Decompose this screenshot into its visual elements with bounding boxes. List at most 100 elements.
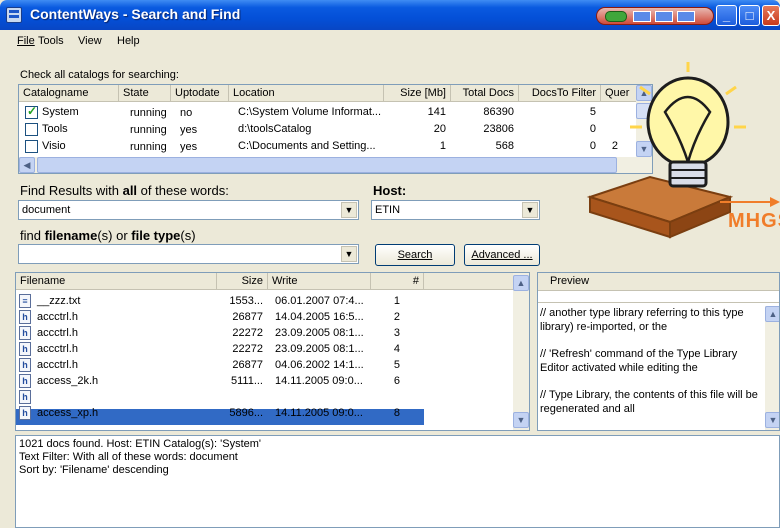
header-file-icon: h bbox=[19, 326, 31, 340]
title-bar[interactable]: ContentWays - Search and Find _ □ X bbox=[0, 0, 780, 30]
file-write-date: 04.06.2002 14:1... bbox=[275, 359, 364, 371]
catalog-checkbox-tools[interactable] bbox=[25, 123, 38, 136]
hscroll-thumb[interactable] bbox=[37, 157, 617, 173]
file-name[interactable]: accctrl.h bbox=[34, 309, 216, 325]
catalog-size: 20 bbox=[433, 123, 446, 135]
preview-line: // Type Library, the contents of this fi… bbox=[540, 389, 758, 415]
maximize-button[interactable]: □ bbox=[739, 5, 760, 26]
file-write-date: 23.09.2005 08:1... bbox=[275, 327, 364, 339]
preview-line: // another type library referring to thi… bbox=[540, 307, 744, 333]
file-size: 1553... bbox=[229, 295, 263, 307]
chevron-down-icon[interactable]: ▼ bbox=[341, 246, 357, 262]
file-size: 215745 bbox=[226, 391, 263, 403]
status-line: Text Filter: With all of these words: do… bbox=[19, 451, 238, 463]
logo-text: MHGS bbox=[728, 210, 780, 232]
scroll-left-icon[interactable]: ◀ bbox=[19, 157, 35, 173]
menu-view[interactable]: View bbox=[78, 35, 102, 47]
col-catalogname[interactable]: Catalogname bbox=[19, 85, 119, 102]
col-write[interactable]: Write bbox=[268, 273, 371, 290]
chevron-down-icon[interactable]: ▼ bbox=[522, 202, 538, 218]
advanced-button-label: Advanced ... bbox=[471, 249, 533, 261]
header-file-icon: h bbox=[19, 310, 31, 324]
menu-bar: File Tools View Help bbox=[0, 30, 780, 52]
catalog-checkbox-system[interactable] bbox=[25, 104, 38, 119]
catalog-total-docs: 568 bbox=[495, 140, 514, 152]
file-size: 5111... bbox=[230, 375, 263, 387]
catalog-checkbox-visio[interactable] bbox=[25, 140, 38, 153]
catalog-state: running bbox=[130, 141, 167, 153]
file-name[interactable]: access_xp.h bbox=[34, 405, 216, 421]
col-size[interactable]: Size [Mb] bbox=[384, 85, 451, 102]
col-state[interactable]: State bbox=[119, 85, 171, 102]
menu-help[interactable]: Help bbox=[117, 35, 140, 47]
scroll-down-icon[interactable]: ▼ bbox=[765, 412, 779, 428]
file-size: 5896... bbox=[229, 407, 263, 419]
catalog-hscrollbar[interactable]: ◀ bbox=[19, 157, 652, 173]
scroll-up-icon[interactable]: ▲ bbox=[513, 275, 529, 291]
close-button[interactable]: X bbox=[762, 5, 780, 26]
green-indicator-icon bbox=[605, 11, 627, 22]
app-icon[interactable] bbox=[6, 7, 22, 23]
file-number: 4 bbox=[393, 343, 400, 355]
host-label: Host: bbox=[373, 183, 407, 198]
results-vscrollbar[interactable]: ▲ ▼ bbox=[513, 273, 529, 430]
window-arrange-icon bbox=[655, 11, 673, 22]
header-file-icon: h bbox=[19, 406, 31, 420]
preview-title: Preview bbox=[538, 273, 779, 291]
preview-vscrollbar[interactable]: ▲ ▼ bbox=[765, 306, 779, 430]
col-num[interactable]: # bbox=[371, 273, 424, 290]
preview-ruler bbox=[538, 291, 779, 303]
catalog-name: Visio bbox=[42, 140, 66, 152]
file-number: 2 bbox=[393, 311, 400, 323]
file-name[interactable]: access_2k_srvr.h bbox=[34, 389, 216, 405]
col-empty bbox=[424, 273, 515, 290]
words-combobox[interactable]: document ▼ bbox=[18, 200, 359, 220]
mhgs-logo: MHGS bbox=[570, 52, 780, 272]
words-label-bold: all bbox=[122, 183, 138, 198]
file-size: 22272 bbox=[232, 327, 263, 339]
col-filename[interactable]: Filename bbox=[16, 273, 217, 290]
col-total-docs[interactable]: Total Docs bbox=[451, 85, 519, 102]
file-label-a: find bbox=[20, 228, 45, 243]
menu-view-label: View bbox=[78, 35, 102, 47]
preview-panel[interactable]: Preview // another type library referrin… bbox=[537, 272, 780, 431]
words-label-suffix: of these words: bbox=[137, 183, 229, 198]
file-write-date: 14.11.2005 09:0... bbox=[275, 391, 363, 403]
header-file-icon: h bbox=[19, 358, 31, 372]
file-name[interactable]: accctrl.h bbox=[34, 341, 216, 357]
status-line: Sort by: 'Filename' descending bbox=[19, 464, 169, 476]
catalog-location: C:\System Volume Informat... bbox=[238, 106, 382, 118]
file-name[interactable]: __zzz.txt bbox=[34, 293, 216, 309]
file-number: 8 bbox=[393, 407, 400, 419]
catalog-location: d:\toolsCatalog bbox=[238, 123, 312, 135]
results-list[interactable]: Filename Size Write # ≡ __zzz.txt 1553... 0… bbox=[15, 272, 530, 431]
tray-indicator[interactable] bbox=[596, 7, 714, 25]
text-file-icon: ≡ bbox=[19, 294, 31, 308]
words-label-prefix: Find Results with bbox=[20, 183, 123, 198]
col-uptodate[interactable]: Uptodate bbox=[171, 85, 229, 102]
file-name[interactable]: accctrl.h bbox=[34, 325, 216, 341]
catalog-table[interactable]: Catalogname State Uptodate Location Size… bbox=[18, 84, 653, 174]
window-tile-icon bbox=[633, 11, 651, 22]
catalog-name: System bbox=[42, 106, 79, 118]
file-label-end: (s) bbox=[180, 228, 196, 243]
file-name[interactable]: access_2k.h bbox=[34, 373, 216, 389]
host-combobox[interactable]: ETIN ▼ bbox=[371, 200, 540, 220]
chevron-down-icon[interactable]: ▼ bbox=[341, 202, 357, 218]
col-location[interactable]: Location bbox=[229, 85, 384, 102]
file-combobox[interactable]: ▼ bbox=[18, 244, 359, 264]
search-button[interactable]: Search bbox=[375, 244, 455, 266]
menu-tools-label: Tools bbox=[38, 35, 64, 47]
col-file-size[interactable]: Size bbox=[217, 273, 268, 290]
header-file-icon: h bbox=[19, 374, 31, 388]
menu-file[interactable]: File bbox=[17, 35, 35, 47]
catalog-name: Tools bbox=[42, 123, 68, 135]
menu-tools[interactable]: Tools bbox=[38, 35, 64, 47]
file-name[interactable]: accctrl.h bbox=[34, 357, 216, 373]
scroll-down-icon[interactable]: ▼ bbox=[513, 412, 529, 428]
catalogs-heading: Check all catalogs for searching: bbox=[20, 69, 179, 81]
file-number: 6 bbox=[393, 375, 400, 387]
scroll-up-icon[interactable]: ▲ bbox=[765, 306, 779, 322]
minimize-button[interactable]: _ bbox=[716, 5, 737, 26]
advanced-button[interactable]: Advanced ... bbox=[464, 244, 540, 266]
